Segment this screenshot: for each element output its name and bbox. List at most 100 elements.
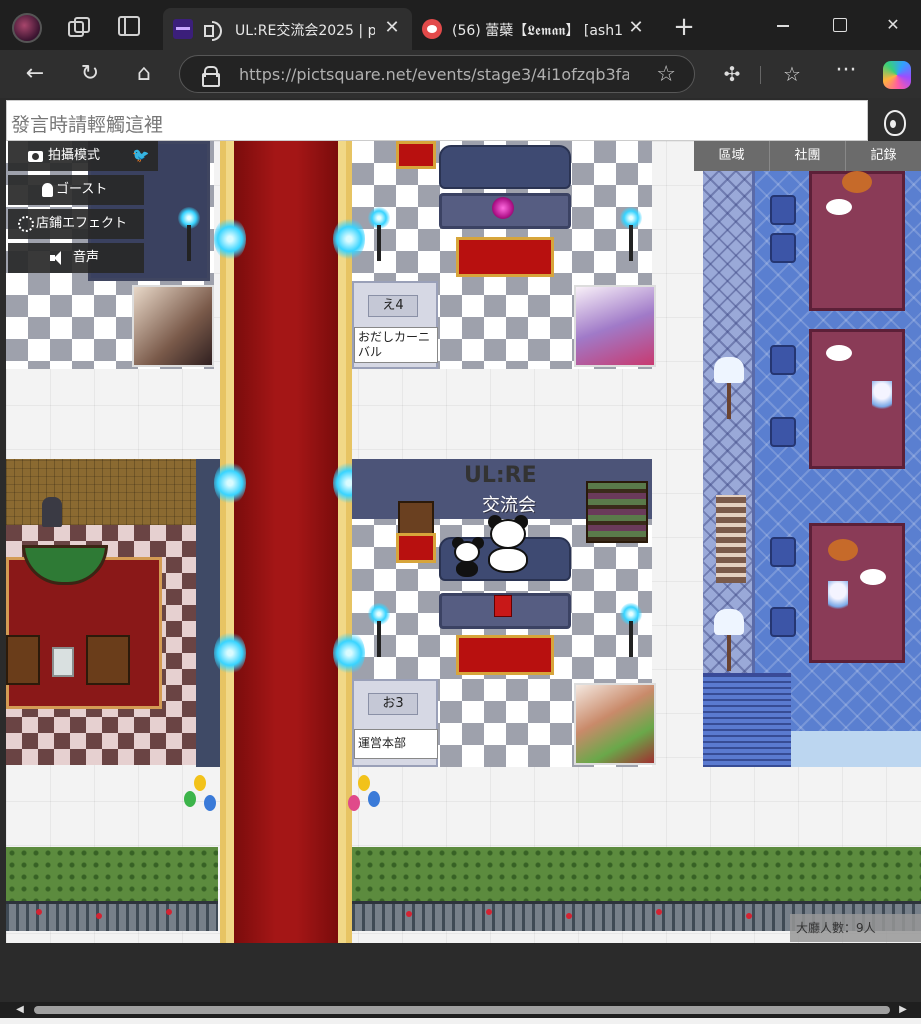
cafe-counter — [703, 673, 791, 767]
rose-icon — [656, 909, 662, 915]
rose-icon — [406, 911, 412, 917]
ulre-logo: UL:RE — [464, 463, 537, 488]
scrollbar-thumb[interactable] — [34, 1006, 890, 1014]
cafe-chair — [770, 345, 796, 375]
twitter-icon: 🐦 — [132, 148, 150, 164]
casino-wall — [6, 459, 196, 525]
shop-effect-label: 店鋪エフェクト — [36, 216, 128, 231]
cafe-chair — [770, 233, 796, 263]
balloon-icon — [348, 795, 360, 811]
circle-portrait[interactable] — [574, 683, 656, 765]
ghost-button[interactable]: ゴースト — [8, 175, 144, 205]
booth-name: おだしカーニバル — [354, 327, 438, 363]
tab-area[interactable]: 區域 — [694, 141, 769, 171]
casino-chair — [6, 635, 40, 685]
blue-glow-icon — [333, 631, 365, 675]
more-menu-icon[interactable]: ··· — [833, 58, 859, 83]
right-tabs: 區域 社團 記錄 — [694, 141, 921, 171]
booth-number: え4 — [368, 295, 418, 317]
circle-portrait[interactable] — [574, 285, 656, 367]
address-bar[interactable]: https://pictsquare.net/events/stage3/4i1… — [179, 55, 695, 93]
blue-torch-icon — [614, 603, 648, 659]
horizontal-scrollbar[interactable]: ◀ ▶ — [0, 1002, 921, 1018]
flower-vase-icon — [828, 581, 848, 615]
close-tab-icon[interactable]: ✕ — [380, 16, 404, 40]
extensions-icon[interactable]: ✣ — [719, 62, 745, 86]
tab-circles[interactable]: 社團 — [769, 141, 845, 171]
send-icon[interactable] — [868, 98, 921, 143]
cafe-chair — [770, 537, 796, 567]
toolbar-divider — [760, 66, 761, 84]
booth-name: 運営本部 — [354, 729, 438, 759]
tab-leman[interactable]: (56) 蕾蘗【𝕷𝖊𝖒𝖆𝖓】 [ash1 ✕ — [412, 8, 656, 50]
blue-torch-icon — [172, 207, 206, 263]
close-tab-icon[interactable]: ✕ — [624, 16, 648, 40]
twitter-button[interactable]: 🐦 — [124, 141, 158, 171]
bread-basket-icon — [842, 171, 872, 193]
circle-portrait[interactable] — [132, 285, 214, 367]
balloon-icon — [204, 795, 216, 811]
vertical-tabs-icon[interactable] — [118, 16, 140, 36]
url-text[interactable]: https://pictsquare.net/events/stage3/4i1… — [239, 65, 629, 84]
scroll-right-icon[interactable]: ▶ — [895, 1002, 911, 1018]
favorite-star-icon[interactable]: ☆ — [656, 62, 676, 87]
book-icon — [494, 595, 512, 617]
casino-chair — [86, 635, 130, 685]
back-button[interactable]: ← — [20, 60, 50, 90]
profile-avatar[interactable] — [12, 13, 42, 43]
crystal-ball-icon — [492, 197, 514, 219]
sofa — [439, 145, 571, 189]
maximize-button[interactable] — [819, 10, 859, 40]
floor-lamp-icon — [714, 609, 744, 673]
blue-glow-icon — [214, 461, 246, 505]
favorites-icon[interactable]: ☆ — [779, 62, 805, 86]
ghost-icon — [40, 182, 56, 198]
speaker-icon[interactable] — [203, 19, 223, 41]
cafe-chair — [770, 195, 796, 225]
booth-rug — [396, 533, 436, 563]
minimize-button[interactable] — [763, 10, 803, 40]
bookshelf — [586, 481, 648, 543]
bread-basket-icon — [828, 539, 858, 561]
home-button[interactable]: ⌂ — [129, 60, 159, 90]
lock-icon[interactable] — [202, 66, 220, 87]
site-favicon-icon — [422, 19, 442, 39]
refresh-button[interactable]: ↻ — [75, 60, 105, 90]
copilot-icon[interactable] — [883, 61, 911, 89]
tab-title: (56) 蕾蘗【𝕷𝖊𝖒𝖆𝖓】 [ash1 — [452, 23, 624, 39]
teapot-icon — [826, 345, 852, 361]
panda-avatar-small[interactable] — [450, 537, 484, 577]
red-carpet — [220, 141, 352, 943]
booth-rug — [456, 237, 554, 277]
photo-mode-button[interactable]: 拍攝模式 — [8, 141, 124, 171]
flower-vase-icon — [872, 381, 892, 415]
balloon-icon — [184, 791, 196, 807]
panda-avatar-large[interactable] — [484, 515, 532, 573]
shop-effect-button[interactable]: 店鋪エフェクト — [8, 209, 144, 239]
statue-icon — [42, 497, 62, 527]
blue-torch-icon — [362, 603, 396, 659]
rose-icon — [746, 913, 752, 919]
sound-button[interactable]: 音声 — [8, 243, 144, 273]
booth-rug — [396, 141, 436, 169]
tab-title: UL:RE交流会2025 | pic — [235, 23, 375, 39]
rose-icon — [36, 909, 42, 915]
tab-log[interactable]: 記錄 — [845, 141, 921, 171]
pictsquare-favicon-icon — [173, 19, 193, 39]
scroll-left-icon[interactable]: ◀ — [12, 1002, 28, 1018]
new-tab-button[interactable]: + — [672, 14, 696, 40]
chat-input[interactable]: 發言時請輕觸這裡 — [6, 100, 868, 141]
blue-torch-icon — [614, 207, 648, 263]
teapot-icon — [826, 199, 852, 215]
cafe-chair — [770, 607, 796, 637]
close-window-button[interactable]: ✕ — [873, 10, 913, 40]
blue-glow-icon — [214, 631, 246, 675]
balloon-icon — [358, 775, 370, 791]
ulre-logo-sub: 交流会 — [482, 495, 536, 516]
page-content: 發言時請輕觸這裡 え4 おだしカーニバル UL:RE 交流会 お3 運営本部 拍… — [0, 98, 921, 1002]
blue-torch-icon — [362, 207, 396, 263]
taskbar-edge — [0, 1018, 921, 1024]
workspaces-icon[interactable] — [66, 16, 90, 37]
page-bottom — [0, 943, 921, 1002]
tab-ulre[interactable]: UL:RE交流会2025 | pic ✕ — [163, 8, 412, 50]
